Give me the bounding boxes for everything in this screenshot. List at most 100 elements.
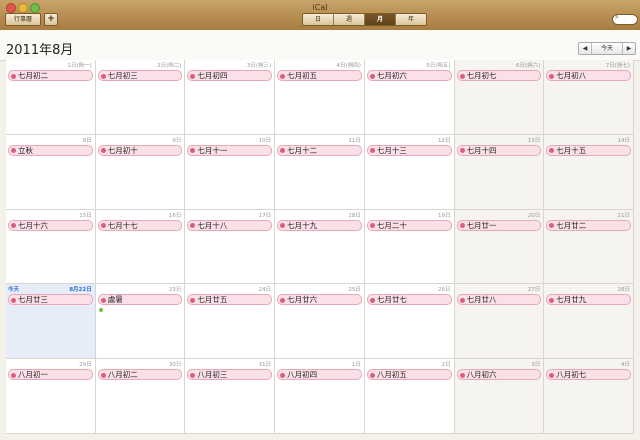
- lunar-date-event[interactable]: 七月二十: [366, 219, 452, 231]
- event-title: 七月初四: [197, 71, 228, 80]
- lunar-date-event[interactable]: 七月初四: [187, 70, 273, 81]
- day-cell[interactable]: 29日 八月初一: [6, 359, 96, 434]
- today-button[interactable]: 今天: [591, 43, 622, 54]
- day-cell[interactable]: 4日 八月初七: [544, 359, 634, 434]
- event-title: 七月初三: [107, 71, 138, 80]
- day-cell[interactable]: 4日(朔四) 七月初五: [275, 60, 365, 135]
- previous-month-button[interactable]: ◀: [579, 43, 591, 54]
- lunar-date-event[interactable]: 七月十三: [366, 144, 452, 156]
- view-tab-week[interactable]: 週: [333, 14, 364, 25]
- day-cell[interactable]: 31日 八月初三: [185, 359, 276, 434]
- day-cell[interactable]: 26日 七月廿七: [364, 284, 455, 360]
- day-cell[interactable]: 3日 八月初六: [454, 359, 545, 434]
- view-tab-day[interactable]: 日: [303, 14, 333, 25]
- day-cell[interactable]: 20日 七月廿一: [454, 209, 545, 285]
- today-label: 今天: [8, 287, 20, 294]
- day-cell[interactable]: 1日 八月初四: [275, 359, 365, 434]
- day-cell[interactable]: 6日(朔六) 七月初七: [454, 60, 545, 135]
- lunar-date-event[interactable]: 七月廿三: [8, 294, 93, 306]
- lunar-date-event[interactable]: 七月廿二: [546, 219, 631, 231]
- calendar-dot-icon: [11, 223, 16, 229]
- day-cell[interactable]: 21日 七月廿二: [544, 209, 634, 285]
- day-cell[interactable]: 14日 七月十五: [544, 134, 634, 210]
- lunar-date-event[interactable]: 七月十二: [277, 144, 362, 156]
- lunar-date-event[interactable]: 七月廿七: [366, 294, 452, 306]
- lunar-date-event[interactable]: 七月初二: [8, 70, 93, 81]
- add-event-button[interactable]: +: [44, 13, 58, 26]
- day-cell[interactable]: 13日 七月十四: [454, 134, 545, 210]
- day-cell[interactable]: 23日 處暑: [95, 284, 186, 360]
- lunar-date-event[interactable]: 八月初四: [277, 369, 362, 381]
- day-number: 14日: [617, 137, 630, 144]
- calendar-dot-icon: [190, 148, 196, 154]
- day-cell[interactable]: 24日 七月廿五: [185, 284, 276, 360]
- day-cell[interactable]: 28日 七月廿九: [544, 284, 634, 360]
- lunar-date-event[interactable]: 八月初五: [366, 369, 452, 381]
- view-tab-year[interactable]: 年: [395, 14, 426, 25]
- lunar-date-event[interactable]: 七月初七: [456, 70, 542, 81]
- lunar-date-event[interactable]: 七月廿六: [277, 294, 362, 306]
- day-cell[interactable]: 7日(朔七) 七月初八: [544, 60, 634, 135]
- calendar-dot-icon: [549, 73, 555, 79]
- lunar-date-event[interactable]: 立秋: [8, 144, 93, 156]
- lunar-date-event[interactable]: 八月初七: [546, 369, 631, 381]
- day-cell[interactable]: 16日 七月十七: [95, 209, 186, 285]
- day-cell[interactable]: 今天 8月22日 七月廿三: [6, 284, 96, 360]
- day-number: 5日(朔五): [426, 63, 451, 69]
- lunar-date-event[interactable]: 七月初六: [366, 70, 452, 81]
- day-number: 10日: [258, 137, 272, 144]
- day-cell[interactable]: 30日 八月初二: [95, 359, 186, 434]
- lunar-date-event[interactable]: 七月十五: [546, 144, 631, 156]
- lunar-date-event[interactable]: 七月初十: [97, 144, 183, 156]
- calendar-dot-icon: [459, 223, 465, 229]
- lunar-date-event[interactable]: 八月初六: [456, 369, 542, 381]
- lunar-date-event[interactable]: 七月十九: [277, 219, 362, 231]
- lunar-date-event[interactable]: 七月十七: [97, 219, 183, 231]
- day-cell[interactable]: 5日(朔五) 七月初六: [364, 60, 455, 135]
- lunar-date-event[interactable]: 七月廿九: [546, 294, 631, 306]
- lunar-date-event[interactable]: 七月十一: [187, 144, 273, 156]
- lunar-date-event[interactable]: 七月廿五: [187, 294, 273, 306]
- day-cell[interactable]: 19日 七月二十: [364, 209, 455, 285]
- lunar-date-event[interactable]: 八月初三: [187, 369, 273, 381]
- lunar-date-event[interactable]: 八月初一: [8, 369, 93, 381]
- next-month-button[interactable]: ▶: [622, 43, 635, 54]
- day-cell[interactable]: 2日(朔二) 七月初三: [95, 60, 186, 135]
- event-title: 七月十二: [287, 145, 318, 155]
- event-title: 七月廿九: [556, 295, 587, 305]
- calendar-dot-icon: [100, 372, 106, 378]
- search-input[interactable]: ⌕: [612, 13, 638, 25]
- calendar-dot-icon: [280, 372, 286, 378]
- day-cell[interactable]: 9日 七月初十: [95, 134, 186, 210]
- event-title: 七月十一: [197, 145, 228, 155]
- day-cell[interactable]: 27日 七月廿八: [454, 284, 545, 360]
- calendar-dot-icon[interactable]: [98, 308, 103, 313]
- lunar-date-event[interactable]: 七月廿八: [456, 294, 542, 306]
- lunar-date-event[interactable]: 七月初三: [97, 70, 183, 81]
- day-cell[interactable]: 12日 七月十三: [364, 134, 455, 210]
- event-title: 七月廿三: [18, 295, 48, 305]
- lunar-date-event[interactable]: 七月十四: [456, 144, 542, 156]
- day-cell[interactable]: 1日(朔一) 七月初二: [6, 60, 96, 135]
- day-cell[interactable]: 15日 七月十六: [6, 209, 96, 285]
- day-cell[interactable]: 17日 七月十八: [185, 209, 276, 285]
- lunar-date-event[interactable]: 七月初五: [277, 70, 362, 81]
- calendars-button[interactable]: 行事曆: [5, 13, 41, 26]
- day-cell[interactable]: 11日 七月十二: [275, 134, 365, 210]
- day-cell[interactable]: 18日 七月十九: [275, 209, 365, 285]
- event-title: 八月初七: [556, 370, 587, 380]
- lunar-date-event[interactable]: 處暑: [97, 294, 183, 306]
- calendar-dot-icon: [190, 297, 196, 303]
- day-cell[interactable]: 8日 立秋: [6, 134, 96, 210]
- day-cell[interactable]: 2日 八月初五: [364, 359, 455, 434]
- view-tab-month[interactable]: 月: [364, 14, 395, 25]
- ical-window: iCal 行事曆 + 日 週 月 年 ⌕ 2011年8月 ◀ 今天 ▶ 1日(朔…: [0, 0, 640, 440]
- day-cell[interactable]: 10日七月十一: [185, 134, 276, 210]
- lunar-date-event[interactable]: 七月十六: [8, 219, 93, 231]
- lunar-date-event[interactable]: 七月初八: [546, 70, 631, 81]
- lunar-date-event[interactable]: 八月初二: [97, 369, 183, 381]
- day-cell[interactable]: 3日(朔三) 七月初四: [185, 60, 276, 135]
- day-cell[interactable]: 25日 七月廿六: [275, 284, 365, 360]
- lunar-date-event[interactable]: 七月十八: [187, 219, 273, 231]
- lunar-date-event[interactable]: 七月廿一: [456, 219, 542, 231]
